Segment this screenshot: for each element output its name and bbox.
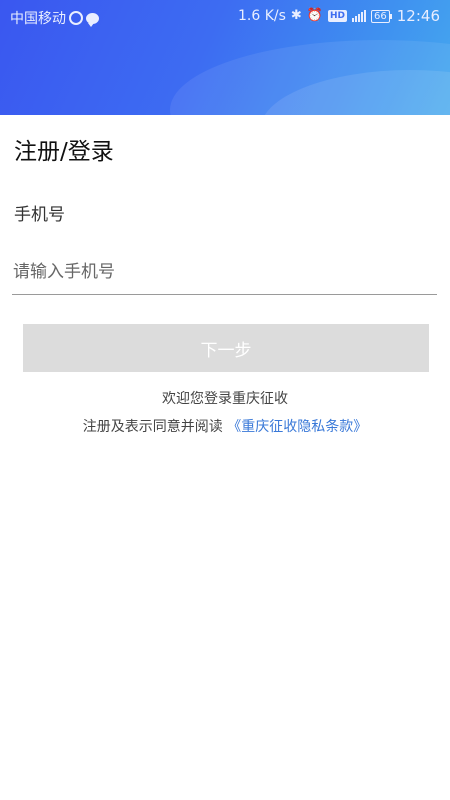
signal-icon (352, 10, 367, 22)
clock-time: 12:46 (396, 7, 440, 25)
carrier-name: 中国移动 (10, 11, 66, 27)
bluetooth-icon: ✱ (290, 8, 302, 23)
battery-icon: 66 (371, 9, 392, 23)
hd-icon: HD (328, 10, 348, 22)
phone-field-label: 手机号 (14, 205, 65, 225)
alarm-icon: ⏰ (306, 8, 324, 23)
status-bar-left: 中国移动 (10, 8, 99, 28)
agreement-prefix: 注册及表示同意并阅读 (82, 419, 228, 435)
sync-ring-icon (69, 11, 83, 25)
status-bar: 中国移动 1.6 K/s ✱ ⏰ HD 66 12:46 (0, 0, 450, 34)
network-speed: 1.6 K/s (238, 8, 286, 24)
next-step-button[interactable]: 下一步 (23, 324, 429, 372)
privacy-policy-link[interactable]: 《重庆征收隐私条款》 (227, 419, 367, 435)
phone-input[interactable] (12, 250, 437, 295)
status-bar-right: 1.6 K/s ✱ ⏰ HD 66 12:46 (238, 7, 440, 25)
header-banner: 中国移动 1.6 K/s ✱ ⏰ HD 66 12:46 (0, 0, 450, 115)
welcome-text: 欢迎您登录重庆征收 (162, 391, 288, 407)
page-title: 注册/登录 (14, 139, 114, 165)
chat-bubble-icon (86, 12, 99, 27)
agreement-text: 注册及表示同意并阅读 《重庆征收隐私条款》 (0, 416, 450, 436)
